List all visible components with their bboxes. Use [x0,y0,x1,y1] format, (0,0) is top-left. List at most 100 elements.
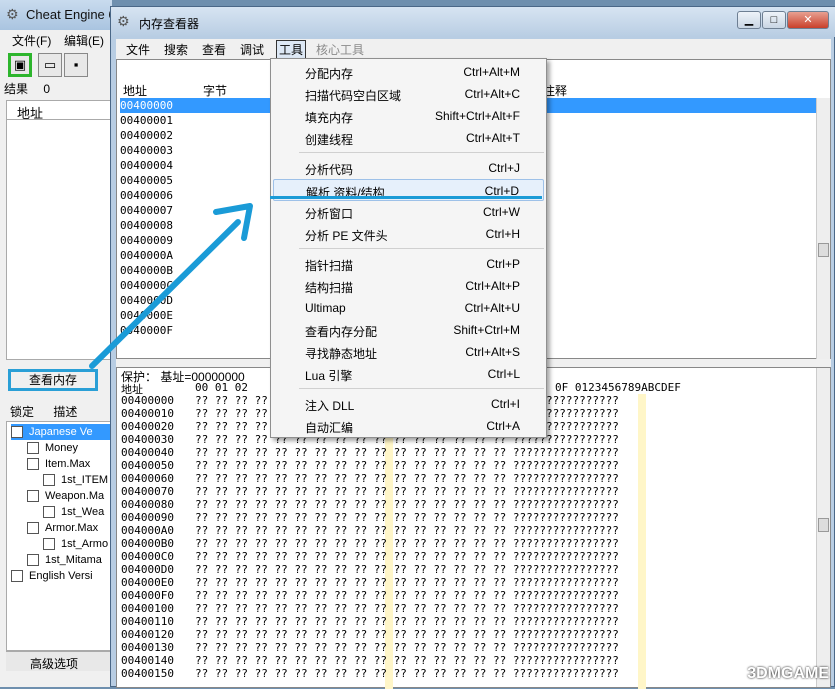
tools-menu-item[interactable]: 查看内存分配 Shift+Ctrl+M [273,319,544,341]
hex-ascii-header: 0F 0123456789ABCDEF [555,381,681,394]
tools-menu-item[interactable]: Lua 引擎 Ctrl+L [273,363,544,385]
select-process-icon[interactable]: ▣ [8,53,32,77]
lock-checkbox[interactable] [11,570,23,582]
hex-row-bytes: ?? ?? ?? ?? ?? ?? ?? ?? ?? ?? ?? ?? ?? ?… [195,511,619,524]
hex-row[interactable]: 00400040 ?? ?? ?? ?? ?? ?? ?? ?? ?? ?? ??… [121,446,619,459]
lock-checkbox[interactable] [27,554,39,566]
tools-menu-item[interactable]: 分析窗口 Ctrl+W [273,201,544,223]
hex-row[interactable]: 00400080 ?? ?? ?? ?? ?? ?? ?? ?? ?? ?? ??… [121,498,619,511]
maximize-button[interactable]: □ [762,11,786,29]
cheat-table-row[interactable]: English Versi [11,568,93,584]
menu-search[interactable]: 搜索 [164,41,188,58]
menu-item-shortcut: Ctrl+W [483,205,520,219]
cheat-table-row[interactable]: 1st_Wea [43,504,104,520]
tools-menu-item[interactable]: 分配内存 Ctrl+Alt+M [273,61,544,83]
hex-row-address: 00400000 [121,394,174,407]
cheat-entry-label: English Versi [29,570,93,582]
hex-row[interactable]: 00400020?? ?? ?? ?? ?? ?? ?? ?? ?? ?? ??… [121,420,619,433]
ce-menu-edit[interactable]: 编辑(E) [64,32,104,49]
lock-checkbox[interactable] [27,442,39,454]
hex-scrollbar[interactable] [816,368,830,687]
hex-row-address: 00400090 [121,511,174,524]
open-folder-icon[interactable]: ▭ [38,53,62,77]
tools-menu-item[interactable]: 创建线程 Ctrl+Alt+T [273,127,544,149]
hex-row[interactable]: 004000B0 ?? ?? ?? ?? ?? ?? ?? ?? ?? ?? ??… [121,537,619,550]
cheat-table-row[interactable]: 1st_Mitama [27,552,102,568]
description-column-header[interactable]: 描述 [53,405,77,419]
found-address-list[interactable] [6,120,112,360]
cheat-table-row[interactable]: Weapon.Ma [27,488,104,504]
hex-row[interactable]: 00400120 ?? ?? ?? ?? ?? ?? ?? ?? ?? ?? ??… [121,628,619,641]
hex-row[interactable]: 00400010?? ?? ?? ?? ?? ?? ?? ?? ?? ?? ??… [121,407,619,420]
close-button[interactable]: ✕ [787,11,829,29]
lock-checkbox[interactable] [43,474,55,486]
tools-menu-item[interactable]: 结构扫描 Ctrl+Alt+P [273,275,544,297]
disassembler-scrollbar[interactable] [816,98,830,360]
lock-column-header[interactable]: 锁定 [10,405,34,419]
hex-row[interactable]: 004000F0 ?? ?? ?? ?? ?? ?? ?? ?? ?? ?? ??… [121,589,619,602]
menu-tools[interactable]: 工具 [276,40,307,59]
menu-file[interactable]: 文件 [126,41,150,58]
menu-view[interactable]: 查看 [202,41,226,58]
tools-menu-item[interactable]: 扫描代码空白区域 Ctrl+Alt+C [273,83,544,105]
lock-checkbox[interactable] [27,458,39,470]
hex-row[interactable]: 00400060 ?? ?? ?? ?? ?? ?? ?? ?? ?? ?? ??… [121,472,619,485]
hex-row[interactable]: 00400110 ?? ?? ?? ?? ?? ?? ?? ?? ?? ?? ??… [121,615,619,628]
memory-viewer-menu-bar: 文件 搜索 查看 调试 工具 核心工具 [116,39,831,59]
hex-row[interactable]: 00400140 ?? ?? ?? ?? ?? ?? ?? ?? ?? ?? ??… [121,654,619,667]
cheat-entry-label: 1st_Mitama [45,554,102,566]
minimize-button[interactable]: ▁ [737,11,761,29]
address-column-header[interactable]: 地址 [123,82,147,99]
hex-row[interactable]: 00400050 ?? ?? ?? ?? ?? ?? ?? ?? ?? ?? ??… [121,459,619,472]
hex-row[interactable]: 004000C0 ?? ?? ?? ?? ?? ?? ?? ?? ?? ?? ??… [121,550,619,563]
tools-menu-item[interactable]: 指针扫描 Ctrl+P [273,253,544,275]
hex-row[interactable]: 00400130 ?? ?? ?? ?? ?? ?? ?? ?? ?? ?? ??… [121,641,619,654]
cheat-table-header: 锁定 描述 [6,403,112,421]
menu-kernel-tools[interactable]: 核心工具 [316,41,364,58]
hex-row[interactable]: 004000D0 ?? ?? ?? ?? ?? ?? ?? ?? ?? ?? ??… [121,563,619,576]
tools-menu-item[interactable]: 自动汇编 Ctrl+A [273,415,544,437]
tools-menu-item[interactable]: 分析 PE 文件头 Ctrl+H [273,223,544,245]
hex-row[interactable]: 00400100 ?? ?? ?? ?? ?? ?? ?? ?? ?? ?? ??… [121,602,619,615]
cheat-engine-window: ⚙ Cheat Engine 6 文件(F) 编辑(E) ▣ ▭ ▪ 结果 0 … [0,0,116,687]
cheat-table-row[interactable]: ✕ Japanese Ve [11,424,111,440]
hex-row-bytes: ?? ?? ?? ?? ?? ?? ?? ?? ?? ?? ?? ?? ?? ?… [195,602,619,615]
hex-row[interactable]: 00400150 ?? ?? ?? ?? ?? ?? ?? ?? ?? ?? ??… [121,667,619,680]
menu-item-shortcut: Shift+Ctrl+Alt+F [434,109,520,123]
save-icon[interactable]: ▪ [64,53,88,77]
hex-row[interactable]: 004000A0 ?? ?? ?? ?? ?? ?? ?? ?? ?? ?? ??… [121,524,619,537]
ce-menu-file[interactable]: 文件(F) [12,32,51,49]
hex-row[interactable]: 00400030?? ?? ?? ?? ?? ?? ?? ?? ?? ?? ??… [121,433,619,446]
tools-menu-item[interactable]: Ultimap Ctrl+Alt+U [273,297,544,319]
scrollbar-thumb[interactable] [818,518,829,532]
hex-row-address: 00400010 [121,407,174,420]
address-list-header[interactable]: 地址 [6,100,112,121]
bytes-column-header[interactable]: 字节 [203,82,227,99]
lock-checkbox[interactable] [43,538,55,550]
hex-row-address: 00400130 [121,641,174,654]
lock-checkbox[interactable] [43,506,55,518]
tools-menu-item[interactable]: 分析代码 Ctrl+J [273,157,544,179]
ce-title-bar: ⚙ Cheat Engine 6 [0,0,116,30]
hex-row[interactable]: 00400000?? ?? ?? ?? ?? ?? ?? ?? ?? ?? ??… [121,394,619,407]
tools-menu-item[interactable]: 填充内存 Shift+Ctrl+Alt+F [273,105,544,127]
view-memory-button[interactable]: 查看内存 [8,369,98,391]
cheat-table-row[interactable]: 1st_ITEM [43,472,108,488]
cheat-table-row[interactable]: Armor.Max [27,520,98,536]
menu-item-shortcut: Ctrl+Alt+C [464,87,520,101]
tools-menu-item[interactable]: 注入 DLL Ctrl+I [273,393,544,415]
lock-checkbox[interactable]: ✕ [11,426,23,440]
scrollbar-thumb[interactable] [818,243,829,257]
hex-row[interactable]: 00400070 ?? ?? ?? ?? ?? ?? ?? ?? ?? ?? ??… [121,485,619,498]
lock-checkbox[interactable] [27,490,39,502]
tools-menu-item[interactable]: 寻找静态地址 Ctrl+Alt+S [273,341,544,363]
advanced-options-button[interactable]: 高级选项 [6,651,112,671]
menu-debug[interactable]: 调试 [240,41,264,58]
memory-viewer-title: 内存查看器 [139,17,200,31]
cheat-table-row[interactable]: 1st_Armo [43,536,108,552]
hex-row[interactable]: 004000E0 ?? ?? ?? ?? ?? ?? ?? ?? ?? ?? ??… [121,576,619,589]
hex-row[interactable]: 00400090 ?? ?? ?? ?? ?? ?? ?? ?? ?? ?? ??… [121,511,619,524]
lock-checkbox[interactable] [27,522,39,534]
cheat-table-row[interactable]: Item.Max [27,456,90,472]
cheat-table-row[interactable]: Money [27,440,78,456]
